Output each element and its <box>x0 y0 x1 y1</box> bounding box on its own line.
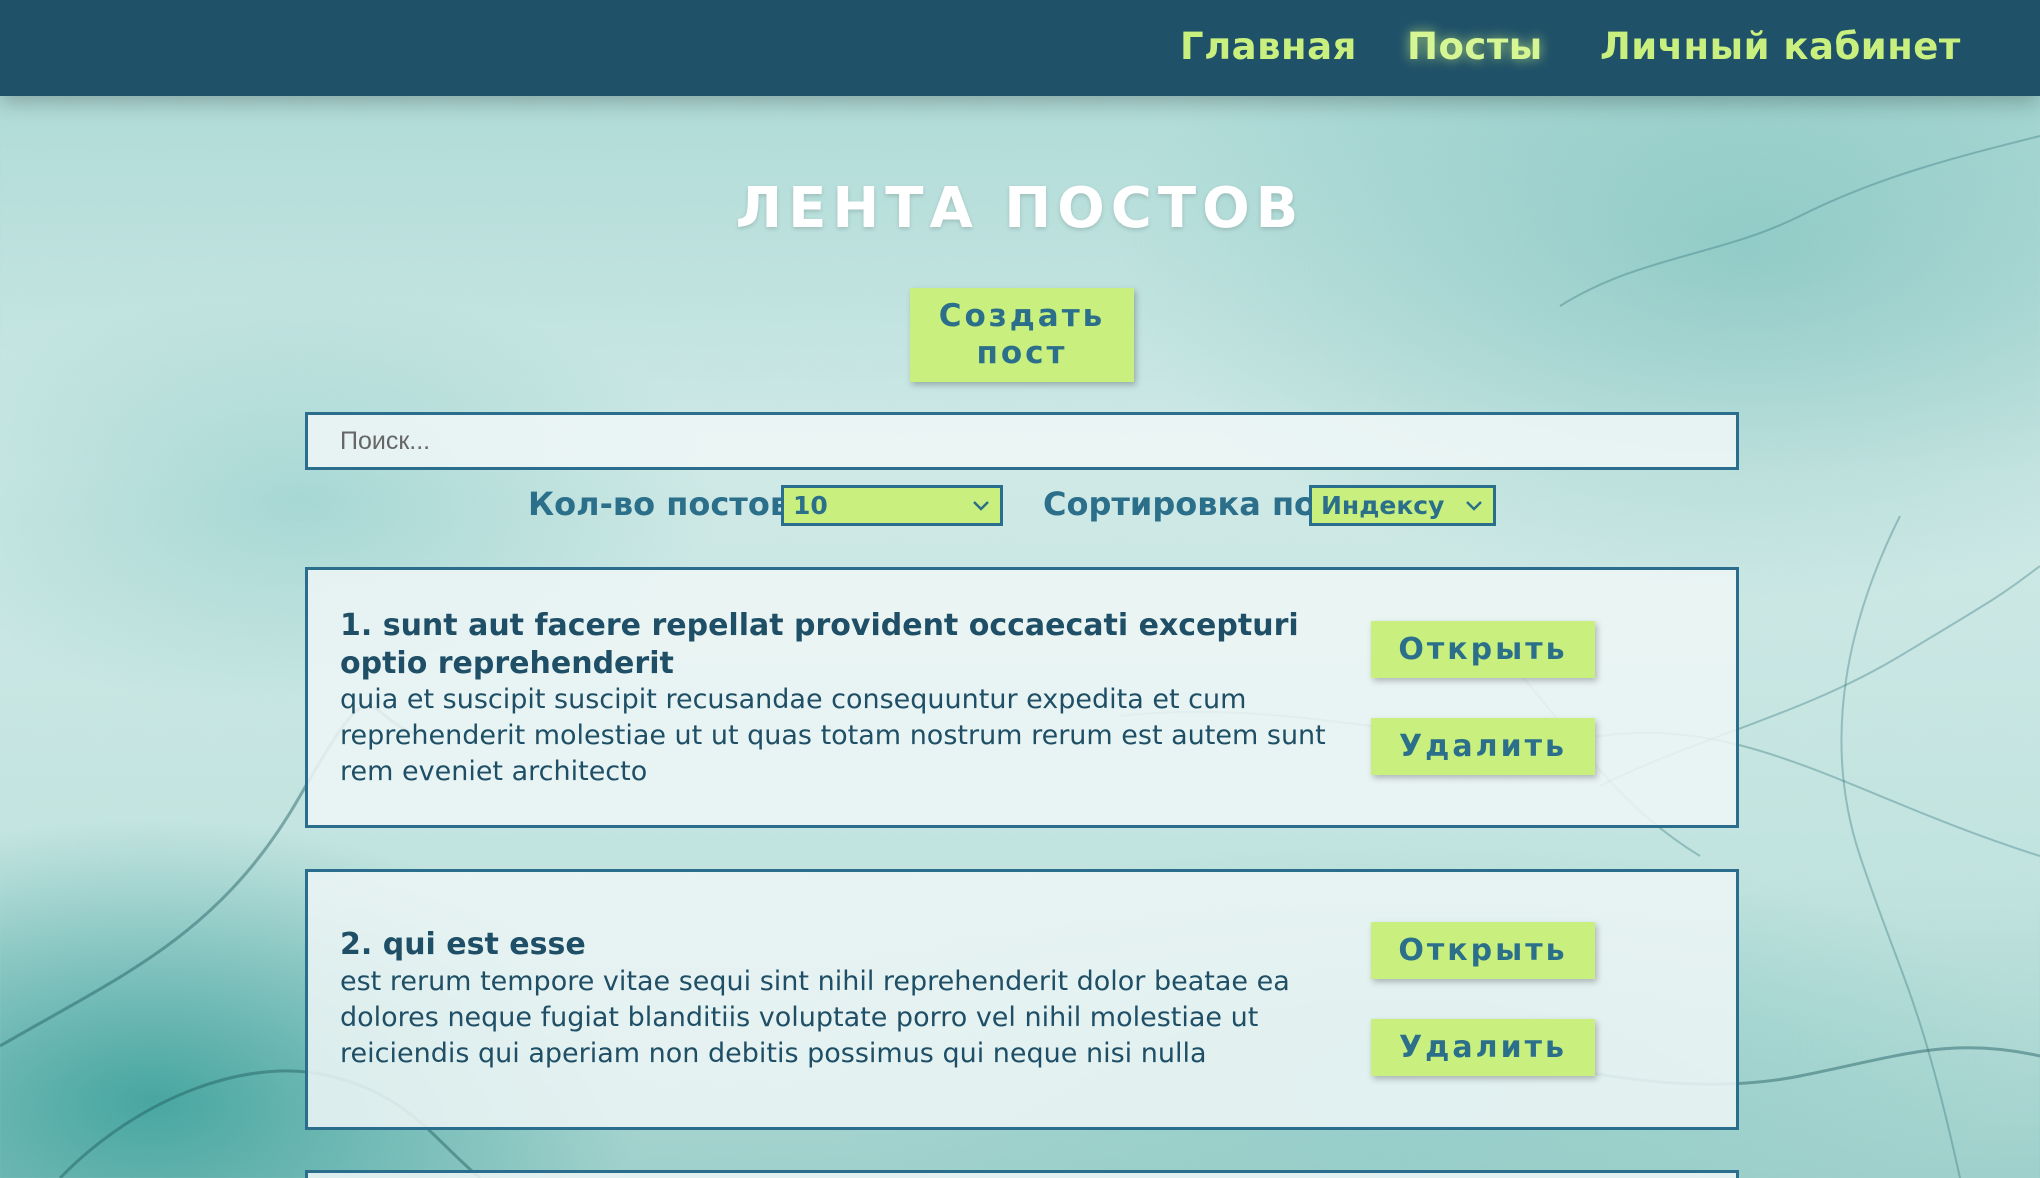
chevron-down-icon <box>973 501 989 511</box>
posts-limit-value: 10 <box>793 491 828 520</box>
open-post-button[interactable]: Открыть <box>1371 621 1595 678</box>
nav-link-account[interactable]: Личный кабинет <box>1600 22 1961 72</box>
sort-value: Индексу <box>1321 491 1445 520</box>
post-title: 1. sunt aut facere repellat provident oc… <box>340 608 1299 681</box>
top-navbar: Главная Посты Личный кабинет <box>0 0 2040 96</box>
nav-link-posts[interactable]: Посты <box>1407 22 1543 72</box>
posts-limit-label: Кол-во постов <box>528 485 791 523</box>
post-card-partial <box>305 1170 1739 1178</box>
sort-label: Сортировка по <box>1043 485 1317 523</box>
delete-post-button[interactable]: Удалить <box>1371 718 1595 775</box>
create-post-button[interactable]: Создать пост <box>910 288 1134 382</box>
chevron-down-icon <box>1466 501 1482 511</box>
search-input[interactable] <box>305 412 1739 470</box>
page-title: ЛЕНТА ПОСТОВ <box>735 176 1305 241</box>
posts-limit-select[interactable]: 10 <box>781 485 1003 526</box>
sort-select[interactable]: Индексу <box>1309 485 1496 526</box>
post-body: quia et suscipit suscipit recusandae con… <box>340 684 1326 787</box>
post-card: 2. qui est esse est rerum tempore vitae … <box>305 869 1739 1130</box>
post-card: 1. sunt aut facere repellat provident oc… <box>305 567 1739 828</box>
open-post-button[interactable]: Открыть <box>1371 922 1595 979</box>
delete-post-button[interactable]: Удалить <box>1371 1019 1595 1076</box>
nav-link-home[interactable]: Главная <box>1180 22 1357 72</box>
post-title: 2. qui est esse <box>340 927 586 962</box>
post-body: est rerum tempore vitae sequi sint nihil… <box>340 966 1290 1069</box>
